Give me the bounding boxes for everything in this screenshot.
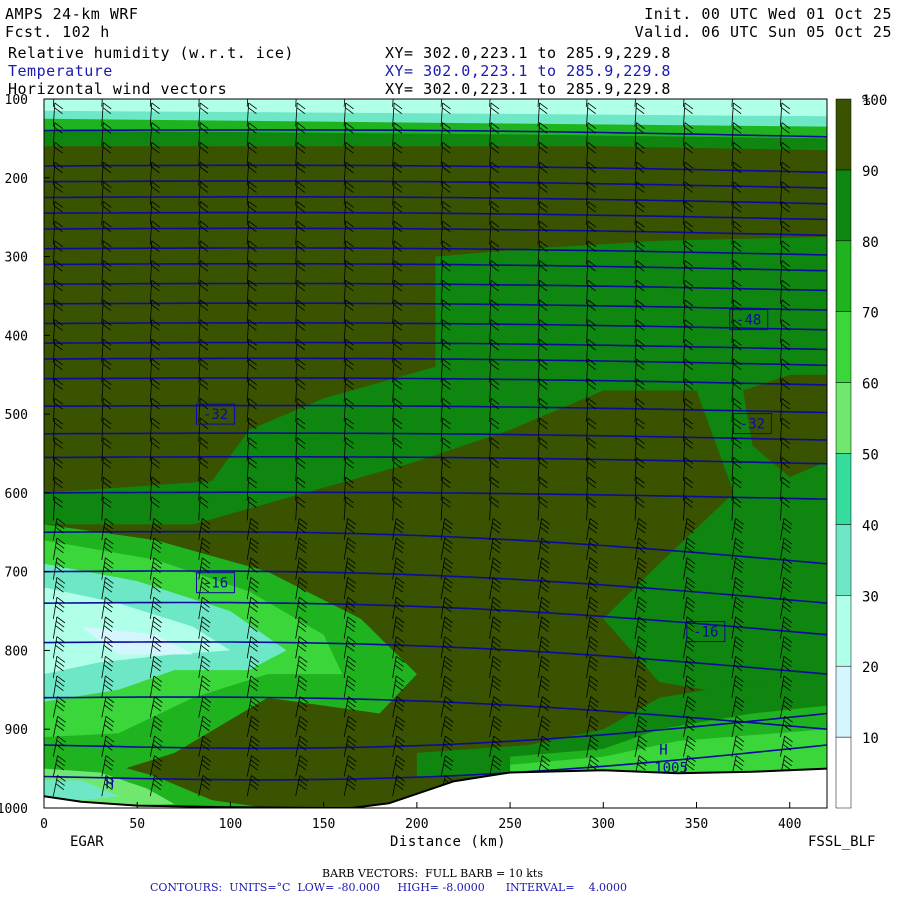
wind-barb-feather [685,83,693,89]
x-tick-label: 200 [405,817,428,832]
wind-barb-feather [636,88,644,94]
colorbar-swatch [835,98,852,171]
wind-barb-feather [539,88,547,94]
contour-label: -32 [740,417,765,433]
colorbar-tick-label: 40 [862,518,879,534]
wind-barb-feather [297,88,305,94]
high-pressure-value: 1005 [654,760,688,776]
colorbar-tick-label: 30 [862,589,879,605]
wind-barb-feather [588,83,596,89]
cross-section-chart: -48-32-32-16-16HH1005 100200300400500600… [0,83,887,832]
right-endpoint-label: FSSL_BLF [808,834,876,850]
wind-barb-feather [249,83,257,89]
barb-note: BARB VECTORS: FULL BARB = 10 kts [322,867,543,880]
wind-barb-feather [394,88,402,94]
wind-barb-feather [103,83,111,89]
colorbar-swatch [835,311,852,383]
contour-label: -48 [736,313,761,329]
y-tick-label: 500 [5,408,28,423]
colorbar-swatch [835,169,852,242]
y-tick-label: 400 [5,329,28,344]
wind-barb-feather [782,83,790,89]
contour-label: -32 [203,407,228,423]
wind-barb-feather [539,83,547,89]
colorbar-swatch [835,665,852,738]
y-tick-label: 700 [5,566,28,581]
contour-note: CONTOURS: UNITS=°C LOW= -80.000 HIGH= -8… [150,881,628,894]
wind-barb-feather [782,88,790,94]
wind-barb-feather [733,83,741,89]
wind-barb-feather [200,88,208,94]
x-tick-label: 350 [685,817,708,832]
x-tick-label: 400 [778,817,801,832]
wind-barb-feather [346,83,354,89]
colorbar-tick-label: 90 [862,164,879,180]
contour-label: -16 [203,576,228,592]
y-tick-label: 600 [5,487,28,502]
wind-barb-feather [200,83,208,89]
colorbar-tick-label: 10 [862,731,879,747]
wind-barb-feather [297,83,305,89]
x-tick-label: 100 [219,817,242,832]
y-tick-label: 100 [5,93,28,108]
high-pressure-marker: H [659,742,667,758]
colorbar-tick-label: 20 [862,660,879,676]
wind-barb-feather [636,83,644,89]
wind-barb-feather [491,88,499,94]
wind-barb-feather [733,88,741,94]
wind-barb-feather [588,88,596,94]
colorbar-swatch [835,382,852,454]
colorbar-tick-label: 60 [862,377,879,393]
y-tick-label: 1000 [0,802,28,817]
wind-barb-feather [103,88,111,94]
x-tick-label: 150 [312,817,335,832]
x-tick-label: 0 [40,817,48,832]
wind-barb-feather [152,83,160,89]
x-tick-label: 250 [498,817,521,832]
colorbar-tick-label: 80 [862,235,879,251]
wind-barb-feather [685,88,693,94]
wind-barb-feather [151,88,159,94]
colorbar-swatch [835,240,852,312]
y-tick-label: 200 [5,172,28,187]
wind-barb-feather [54,88,62,94]
x-tick-label: 300 [592,817,615,832]
y-tick-label: 800 [5,644,28,659]
contour-label: -16 [693,625,718,641]
wind-barb-feather [442,88,450,94]
high-pressure-marker: H [106,776,114,792]
colorbar-tick-label: 70 [862,306,879,322]
colorbar-unit: % [862,93,871,109]
colorbar-swatch [835,736,852,809]
wind-barb-feather [345,88,353,94]
x-axis-title: Distance (km) [390,834,507,850]
y-tick-label: 900 [5,723,28,738]
left-endpoint-label: EGAR [70,834,104,850]
colorbar-swatch [835,524,852,596]
wind-barb-feather [248,88,256,94]
colorbar-swatch [835,453,852,525]
wind-barb-feather [443,83,451,89]
wind-barb-feather [394,83,402,89]
wind-barb-feather [55,83,63,89]
wind-barb-feather [491,83,499,89]
colorbar-swatch [835,595,852,667]
colorbar-tick-label: 50 [862,448,879,464]
y-tick-label: 300 [5,251,28,266]
x-tick-label: 50 [129,817,145,832]
